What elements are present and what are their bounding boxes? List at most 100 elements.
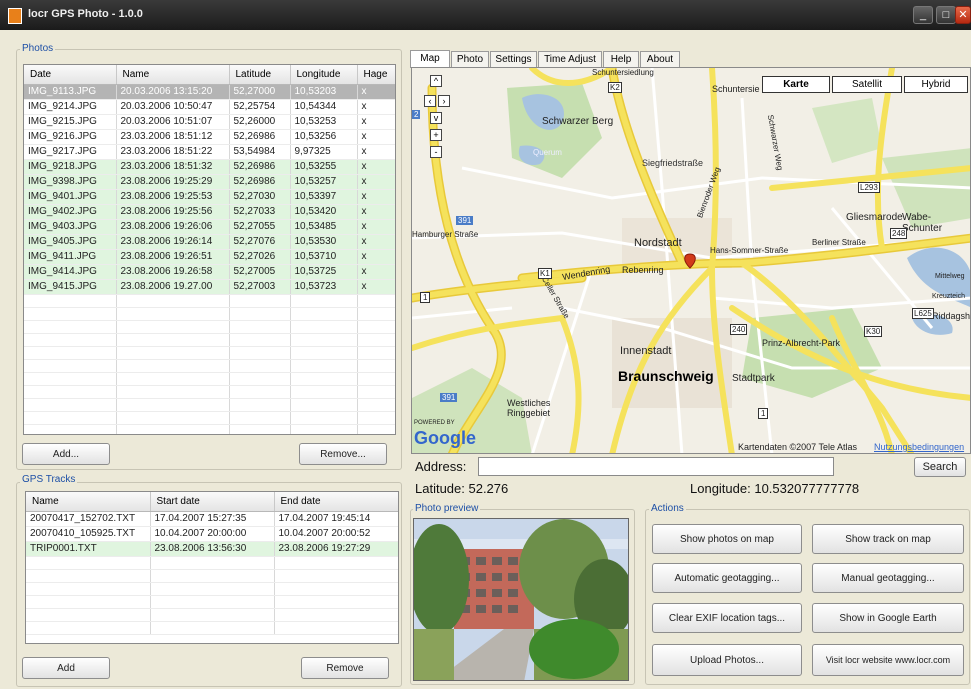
show-in-google-earth-button[interactable]: Show in Google Earth bbox=[812, 603, 964, 633]
photos-col-latitude[interactable]: Latitude bbox=[229, 65, 291, 85]
empty-row bbox=[26, 569, 398, 583]
photos-col-longitude[interactable]: Longitude bbox=[290, 65, 358, 85]
longitude-readout: Longitude: 10.532077777778 bbox=[690, 481, 860, 496]
tracks-col-end[interactable]: End date bbox=[274, 492, 398, 512]
photo-cell: 10,53710 bbox=[290, 249, 358, 265]
empty-cell bbox=[26, 556, 151, 570]
tab-about[interactable]: About bbox=[640, 51, 680, 68]
table-row[interactable]: IMG_9218.JPG 23.03.2006 18:51:32 52,26986 1… bbox=[24, 159, 395, 175]
table-row[interactable]: IMG_9214.JPG 20.03.2006 10:50:47 52,25754 1… bbox=[24, 99, 395, 115]
photo-cell: 53,54984 bbox=[229, 144, 291, 160]
photos-col-name[interactable]: Name bbox=[116, 65, 230, 85]
photo-cell: x bbox=[357, 114, 395, 130]
map-type-satellit[interactable]: Satellit bbox=[832, 76, 902, 93]
pan-left-icon[interactable]: ‹ bbox=[424, 95, 436, 107]
photo-cell: IMG_9411.JPG bbox=[24, 249, 117, 265]
map-shield-l625: L625 bbox=[912, 308, 934, 319]
table-row[interactable]: IMG_9398.JPG 23.08.2006 19:25:29 52,26986 1… bbox=[24, 174, 395, 190]
empty-cell bbox=[274, 608, 398, 622]
remove-track-button[interactable]: Remove bbox=[301, 657, 389, 679]
tab-time-adjust[interactable]: Time Adjust bbox=[538, 51, 602, 68]
empty-cell bbox=[290, 359, 358, 373]
photos-table[interactable]: Date Name Latitude Longitude Hage IMG_91… bbox=[23, 64, 396, 435]
map-view[interactable]: Schwarzer Berg Querum Nordstadt Innensta… bbox=[411, 67, 971, 454]
clear-exif-location-tags-button[interactable]: Clear EXIF location tags... bbox=[652, 603, 802, 633]
tab-help[interactable]: Help bbox=[603, 51, 639, 68]
table-row[interactable]: IMG_9216.JPG 23.03.2006 18:51:12 52,26986 1… bbox=[24, 129, 395, 145]
photos-col-date[interactable]: Date bbox=[24, 65, 117, 85]
add-photos-button[interactable]: Add... bbox=[22, 443, 110, 465]
empty-cell bbox=[116, 411, 230, 425]
empty-cell bbox=[274, 556, 398, 570]
photo-cell: IMG_9214.JPG bbox=[24, 99, 117, 115]
map-terms-link[interactable]: Nutzungsbedingungen bbox=[874, 442, 964, 452]
table-row[interactable]: IMG_9405.JPG 23.08.2006 19:26:14 52,27076 1… bbox=[24, 234, 395, 250]
minimize-icon[interactable]: _ bbox=[913, 6, 933, 24]
table-row[interactable]: IMG_9403.JPG 23.08.2006 19:26:06 52,27055 1… bbox=[24, 219, 395, 235]
empty-row bbox=[24, 398, 395, 412]
zoom-in-icon[interactable]: + bbox=[430, 129, 442, 141]
photo-cell: 10,53485 bbox=[290, 219, 358, 235]
empty-row bbox=[24, 372, 395, 386]
empty-cell bbox=[274, 595, 398, 609]
empty-row bbox=[24, 346, 395, 360]
tracks-col-name[interactable]: Name bbox=[26, 492, 151, 512]
search-button[interactable]: Search bbox=[914, 457, 966, 477]
empty-cell bbox=[150, 608, 275, 622]
empty-cell bbox=[24, 294, 117, 308]
zoom-out-icon[interactable]: - bbox=[430, 146, 442, 158]
table-row[interactable]: TRIP0001.TXT 23.08.2006 13:56:30 23.08.200… bbox=[26, 541, 398, 557]
photo-cell: IMG_9414.JPG bbox=[24, 264, 117, 280]
add-track-button[interactable]: Add bbox=[22, 657, 110, 679]
table-row[interactable]: IMG_9414.JPG 23.08.2006 19.26:58 52,27005 1… bbox=[24, 264, 395, 280]
table-row[interactable]: IMG_9415.JPG 23.08.2006 19.27.00 52,27003 1… bbox=[24, 279, 395, 295]
pan-right-icon[interactable]: › bbox=[438, 95, 450, 107]
table-row[interactable]: 20070410_105925.TXT 10.04.2007 20:00:00 10… bbox=[26, 526, 398, 542]
table-row[interactable]: IMG_9402.JPG 23.08.2006 19:25:56 52,27033 1… bbox=[24, 204, 395, 220]
tab-settings[interactable]: Settings bbox=[490, 51, 537, 68]
photo-cell: 52,27003 bbox=[229, 279, 291, 295]
maximize-icon[interactable]: □ bbox=[936, 6, 956, 24]
empty-cell bbox=[274, 582, 398, 596]
photo-cell: IMG_9402.JPG bbox=[24, 204, 117, 220]
show-track-on-map-button[interactable]: Show track on map bbox=[812, 524, 964, 554]
visit-locr-website-button[interactable]: Visit locr website www.locr.com bbox=[812, 644, 964, 676]
table-row[interactable]: IMG_9113.JPG 20.03.2006 13:15:20 52,27000 1… bbox=[24, 84, 395, 100]
map-type-hybrid[interactable]: Hybrid bbox=[904, 76, 968, 93]
pan-down-icon[interactable]: v bbox=[430, 112, 442, 124]
remove-photos-button[interactable]: Remove... bbox=[299, 443, 387, 465]
map-shield-k2: K2 bbox=[608, 82, 622, 93]
map-type-karte[interactable]: Karte bbox=[762, 76, 830, 93]
empty-row bbox=[26, 595, 398, 609]
address-input[interactable] bbox=[478, 457, 834, 476]
photo-cell: IMG_9398.JPG bbox=[24, 174, 117, 190]
empty-cell bbox=[290, 424, 358, 434]
tab-photo[interactable]: Photo bbox=[451, 51, 489, 68]
table-row[interactable]: IMG_9217.JPG 23.03.2006 18:51:22 53,54984 9… bbox=[24, 144, 395, 160]
close-icon[interactable]: ✕ bbox=[955, 6, 971, 24]
empty-cell bbox=[357, 424, 395, 434]
table-row[interactable]: 20070417_152702.TXT 17.04.2007 15:27:35 17… bbox=[26, 511, 398, 527]
table-row[interactable]: IMG_9215.JPG 20.03.2006 10:51:07 52,26000 1… bbox=[24, 114, 395, 130]
track-cell: 23.08.2006 19:27:29 bbox=[274, 541, 398, 557]
empty-cell bbox=[26, 569, 151, 583]
automatic-geotagging-button[interactable]: Automatic geotagging... bbox=[652, 563, 802, 593]
upload-photos-button[interactable]: Upload Photos... bbox=[652, 644, 802, 676]
empty-cell bbox=[357, 346, 395, 360]
photo-cell: x bbox=[357, 159, 395, 175]
tracks-table[interactable]: Name Start date End date 20070417_152702… bbox=[25, 491, 399, 644]
tab-map[interactable]: Map bbox=[410, 50, 450, 68]
manual-geotagging-button[interactable]: Manual geotagging... bbox=[812, 563, 964, 593]
pan-up-icon[interactable]: ^ bbox=[430, 75, 442, 87]
table-row[interactable]: IMG_9411.JPG 23.08.2006 19:26:51 52,27026 1… bbox=[24, 249, 395, 265]
show-photos-on-map-button[interactable]: Show photos on map bbox=[652, 524, 802, 554]
photo-cell: 10,53725 bbox=[290, 264, 358, 280]
empty-cell bbox=[357, 320, 395, 334]
tracks-col-start[interactable]: Start date bbox=[150, 492, 275, 512]
photo-cell: 52,27055 bbox=[229, 219, 291, 235]
table-row[interactable]: IMG_9401.JPG 23.08.2006 19:25:53 52,27030 1… bbox=[24, 189, 395, 205]
map-shield-l293: L293 bbox=[858, 182, 880, 193]
photos-col-hage[interactable]: Hage bbox=[357, 65, 395, 85]
map-label-schuntersiedlung: Schuntersiedlung bbox=[592, 68, 654, 77]
photo-cell: 52,26000 bbox=[229, 114, 291, 130]
